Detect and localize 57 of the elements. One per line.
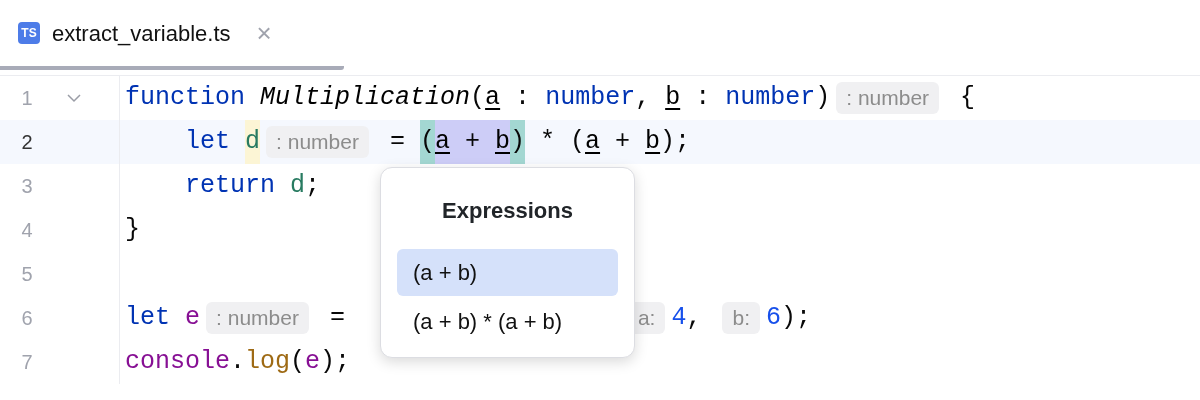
- line-number: 6: [20, 306, 34, 331]
- code-token: 4: [671, 302, 687, 335]
- line-number: 5: [20, 262, 34, 287]
- code-token: =: [328, 302, 346, 335]
- code-token: ,: [635, 82, 652, 115]
- code-token: e: [185, 302, 201, 335]
- code-token: );: [660, 126, 691, 159]
- code-token: number: [725, 82, 816, 115]
- typescript-file-icon: TS: [18, 22, 40, 44]
- code-token: ): [815, 82, 831, 115]
- code-token: b: [645, 126, 661, 159]
- expression-option[interactable]: (a + b): [397, 249, 618, 296]
- code-token: Multiplication: [260, 82, 471, 115]
- code-token: * (: [539, 126, 586, 159]
- code-token: ;: [305, 170, 321, 203]
- code-token: ,: [686, 302, 703, 335]
- code-token: =: [388, 126, 406, 159]
- type-hint: : number: [266, 126, 369, 158]
- code-token: let: [125, 302, 171, 335]
- code-token: (: [470, 82, 486, 115]
- line-number: 1: [20, 86, 34, 111]
- code-token: console: [125, 346, 231, 379]
- code-token: number: [545, 82, 636, 115]
- code-token: +: [449, 120, 495, 164]
- code-token: e: [305, 346, 321, 379]
- code-token: a: [585, 126, 601, 159]
- code-token: :: [694, 82, 712, 115]
- code-token: );: [320, 346, 351, 379]
- code-token: return: [184, 170, 277, 203]
- code-token: a: [485, 82, 501, 115]
- fold-chevron-icon[interactable]: [67, 93, 81, 103]
- expression-option[interactable]: (a + b) * (a + b): [397, 298, 618, 345]
- code-token: d: [245, 120, 261, 164]
- line-number: 4: [20, 218, 34, 243]
- code-token: +: [614, 126, 632, 159]
- code-token: (: [290, 346, 306, 379]
- code-token: {: [959, 82, 976, 115]
- code-token: :: [514, 82, 532, 115]
- code-token: let: [184, 126, 232, 159]
- code-token: d: [290, 170, 306, 203]
- popup-title: Expressions: [441, 197, 574, 225]
- line-number: 2: [20, 130, 34, 155]
- code-token: }: [125, 214, 140, 247]
- code-token: );: [781, 302, 811, 335]
- code-token: .: [230, 346, 246, 379]
- type-hint: : number: [836, 82, 940, 114]
- code-token: 6: [766, 302, 781, 335]
- code-token: ): [510, 120, 525, 164]
- line-number: 7: [20, 350, 34, 375]
- type-hint: b:: [722, 302, 760, 334]
- code-token: log: [245, 346, 291, 379]
- file-tab[interactable]: TS extract_variable.ts ×: [0, 0, 344, 70]
- code-token: b: [665, 82, 681, 115]
- type-hint: : number: [206, 302, 309, 334]
- code-token: function: [125, 82, 247, 115]
- code-token: (: [419, 120, 435, 164]
- line-number: 3: [20, 174, 34, 199]
